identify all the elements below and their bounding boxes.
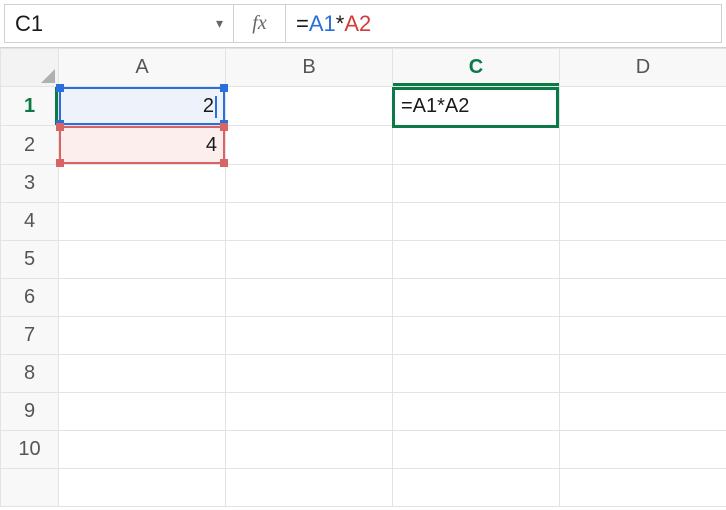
cell-B11[interactable] [226, 469, 393, 507]
col-header-B[interactable]: B [226, 49, 393, 87]
formula-input[interactable]: =A1*A2 [286, 4, 722, 43]
cell-A5[interactable] [59, 241, 226, 279]
name-box-value: C1 [15, 11, 210, 37]
cell-A4[interactable] [59, 203, 226, 241]
cell-A1-value: 2 [59, 87, 225, 125]
cell-D10[interactable] [560, 431, 726, 469]
select-all-corner[interactable] [1, 49, 59, 87]
cell-C1-value: =A1*A2 [393, 87, 559, 125]
col-header-D[interactable]: D [560, 49, 726, 87]
row-header-10[interactable]: 10 [1, 431, 59, 469]
cell-A9[interactable] [59, 393, 226, 431]
formula-ref1: A1 [309, 11, 336, 37]
cell-A2[interactable]: 4 [59, 126, 226, 165]
cell-D9[interactable] [560, 393, 726, 431]
cell-B1[interactable] [226, 87, 393, 126]
cell-A2-value: 4 [59, 126, 225, 164]
cell-A10[interactable] [59, 431, 226, 469]
fx-label: fx [252, 12, 266, 35]
cell-B2[interactable] [226, 126, 393, 165]
formula-bar: C1 ▾ fx =A1*A2 [0, 0, 726, 48]
cell-B4[interactable] [226, 203, 393, 241]
cell-C8[interactable] [393, 355, 560, 393]
cell-D11[interactable] [560, 469, 726, 507]
col-header-C[interactable]: C [393, 49, 560, 87]
row-header-9[interactable]: 9 [1, 393, 59, 431]
cell-C5[interactable] [393, 241, 560, 279]
cell-D3[interactable] [560, 165, 726, 203]
cell-C9[interactable] [393, 393, 560, 431]
grid: A B C D 1 2 =A1*A2 2 4 [0, 48, 726, 507]
cell-A1[interactable]: 2 [59, 87, 226, 126]
cell-C3[interactable] [393, 165, 560, 203]
cell-D1[interactable] [560, 87, 726, 126]
worksheet: A B C D 1 2 =A1*A2 2 4 [0, 48, 726, 510]
cell-B9[interactable] [226, 393, 393, 431]
col-header-A[interactable]: A [59, 49, 226, 87]
formula-op: * [336, 11, 345, 37]
cell-D8[interactable] [560, 355, 726, 393]
cell-C2[interactable] [393, 126, 560, 165]
chevron-down-icon[interactable]: ▾ [216, 15, 223, 32]
cell-C1[interactable]: =A1*A2 [393, 87, 560, 126]
row-header-4[interactable]: 4 [1, 203, 59, 241]
cell-B10[interactable] [226, 431, 393, 469]
formula-prefix: = [296, 11, 309, 37]
row-header-11[interactable] [1, 469, 59, 507]
cell-B6[interactable] [226, 279, 393, 317]
row-header-2[interactable]: 2 [1, 126, 59, 165]
row-header-7[interactable]: 7 [1, 317, 59, 355]
row-header-3[interactable]: 3 [1, 165, 59, 203]
cell-D6[interactable] [560, 279, 726, 317]
cell-D4[interactable] [560, 203, 726, 241]
cell-C10[interactable] [393, 431, 560, 469]
cell-B7[interactable] [226, 317, 393, 355]
row-header-5[interactable]: 5 [1, 241, 59, 279]
cell-B5[interactable] [226, 241, 393, 279]
cell-A6[interactable] [59, 279, 226, 317]
cell-D7[interactable] [560, 317, 726, 355]
cell-B8[interactable] [226, 355, 393, 393]
cell-D2[interactable] [560, 126, 726, 165]
row-header-1[interactable]: 1 [1, 87, 59, 126]
cell-A11[interactable] [59, 469, 226, 507]
cell-C4[interactable] [393, 203, 560, 241]
row-header-6[interactable]: 6 [1, 279, 59, 317]
formula-ref2: A2 [344, 11, 371, 37]
cell-C6[interactable] [393, 279, 560, 317]
text-cursor-icon [215, 96, 217, 118]
cell-C7[interactable] [393, 317, 560, 355]
name-box[interactable]: C1 ▾ [4, 4, 234, 43]
cell-D5[interactable] [560, 241, 726, 279]
fx-button[interactable]: fx [234, 4, 286, 43]
cell-B3[interactable] [226, 165, 393, 203]
cell-C11[interactable] [393, 469, 560, 507]
cell-A7[interactable] [59, 317, 226, 355]
row-header-8[interactable]: 8 [1, 355, 59, 393]
cell-A3[interactable] [59, 165, 226, 203]
cell-A8[interactable] [59, 355, 226, 393]
